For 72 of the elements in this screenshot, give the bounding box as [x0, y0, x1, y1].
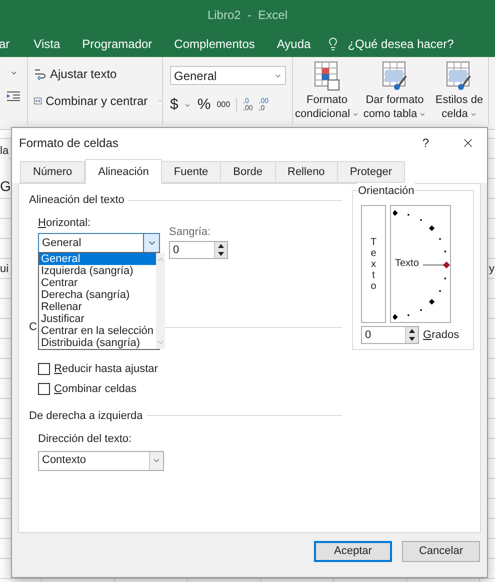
- window-title: Libro2 - Excel: [207, 7, 288, 24]
- horizontal-select[interactable]: General: [38, 233, 160, 253]
- wrap-text-icon: [34, 68, 46, 80]
- dialog-tab[interactable]: Relleno: [276, 161, 338, 183]
- styles-button[interactable]: Estilos de celda: [430, 61, 488, 125]
- spin-down-icon[interactable]: [215, 250, 227, 258]
- caret-icon: [470, 110, 477, 118]
- section-heading: C: [29, 320, 37, 335]
- checkbox[interactable]: [38, 362, 50, 375]
- orientation-text: Texto: [395, 258, 419, 270]
- dialog-tab[interactable]: Borde: [221, 161, 276, 183]
- caret-icon[interactable]: [184, 102, 192, 109]
- dialog-tab[interactable]: Proteger: [338, 161, 406, 183]
- dropdown-option[interactable]: Justificar: [39, 313, 156, 325]
- field-label: Grados: [423, 328, 460, 343]
- currency-button[interactable]: $: [170, 94, 178, 116]
- vertical-text-box[interactable]: Texto: [361, 205, 386, 323]
- caret-icon: [158, 97, 162, 105]
- cell-text: la: [0, 143, 9, 160]
- help-button[interactable]: ?: [422, 134, 429, 152]
- degrees-spinner[interactable]: 0: [361, 326, 419, 344]
- styles-button[interactable]: Dar formato como tabla: [360, 61, 430, 125]
- thousands-button[interactable]: 000: [216, 99, 230, 112]
- caret-icon: [419, 110, 426, 118]
- merge-center-button[interactable]: Combinar y centrar: [34, 92, 162, 110]
- dialog-tab[interactable]: Fuente: [162, 161, 222, 183]
- ribbon-tab[interactable]: Complementos: [163, 34, 266, 52]
- spin-up-icon[interactable]: [215, 242, 227, 250]
- dialog-button[interactable]: Aceptar: [314, 541, 392, 562]
- checkbox-label: Combinar celdas: [54, 382, 137, 397]
- percent-button[interactable]: %: [197, 94, 211, 116]
- dropdown-option[interactable]: Distribuida (sangría): [39, 337, 156, 349]
- dropdown-caret-icon[interactable]: [10, 69, 18, 77]
- section-heading: De derecha a izquierda: [29, 408, 143, 424]
- caret-icon: [152, 456, 161, 465]
- ribbon-tab[interactable]: Vista: [22, 34, 72, 52]
- dropdown-option[interactable]: General: [39, 253, 156, 265]
- dialog-tab[interactable]: Alineación: [85, 159, 162, 184]
- checkbox[interactable]: [38, 383, 50, 396]
- dialog-title: Formato de celdas: [19, 135, 120, 152]
- dialog-tab[interactable]: Número: [20, 161, 86, 183]
- checkbox-label: Reducir hasta ajustar: [54, 362, 158, 376]
- ribbon-tab[interactable]: Programador: [71, 34, 164, 52]
- orientation-dial[interactable]: Texto: [390, 205, 451, 323]
- table-style-icon: [314, 61, 340, 91]
- dialog-button[interactable]: Cancelar: [402, 541, 480, 562]
- tell-me-search[interactable]: ¿Qué desea hacer?: [348, 34, 454, 52]
- field-label: Dirección del texto:: [38, 432, 133, 447]
- indent-icon[interactable]: [7, 91, 20, 101]
- table-style-icon: [382, 61, 408, 91]
- styles-button[interactable]: Formato condicional: [295, 61, 359, 125]
- vertical-text: Texto: [370, 236, 377, 292]
- scrollbar[interactable]: [156, 253, 165, 349]
- merge-cells-icon: [34, 95, 42, 107]
- spin-up-icon[interactable]: [406, 327, 418, 335]
- spin-down-icon[interactable]: [406, 335, 418, 343]
- dropdown-option[interactable]: Centrar en la selección: [39, 325, 156, 337]
- section-heading: Alineación del texto: [29, 193, 124, 208]
- dropdown-option[interactable]: Izquierda (sangría): [39, 265, 156, 277]
- number-format-select[interactable]: General: [170, 66, 286, 85]
- ribbon-tab[interactable]: Ayuda: [266, 34, 322, 52]
- scroll-up-icon[interactable]: [156, 255, 165, 264]
- table-style-icon: [446, 61, 472, 91]
- dropdown-option[interactable]: Centrar: [39, 277, 156, 289]
- indent-spinner[interactable]: 0: [169, 241, 228, 259]
- dropdown-option[interactable]: Rellenar: [39, 301, 156, 313]
- wrap-text-button[interactable]: Ajustar texto: [34, 65, 162, 83]
- direction-select[interactable]: Contexto: [38, 450, 164, 470]
- field-label: Horizontal:: [38, 216, 92, 230]
- field-label: Sangría:: [169, 224, 212, 240]
- dropdown-option[interactable]: Derecha (sangría): [39, 289, 156, 301]
- caret-icon: [352, 110, 360, 118]
